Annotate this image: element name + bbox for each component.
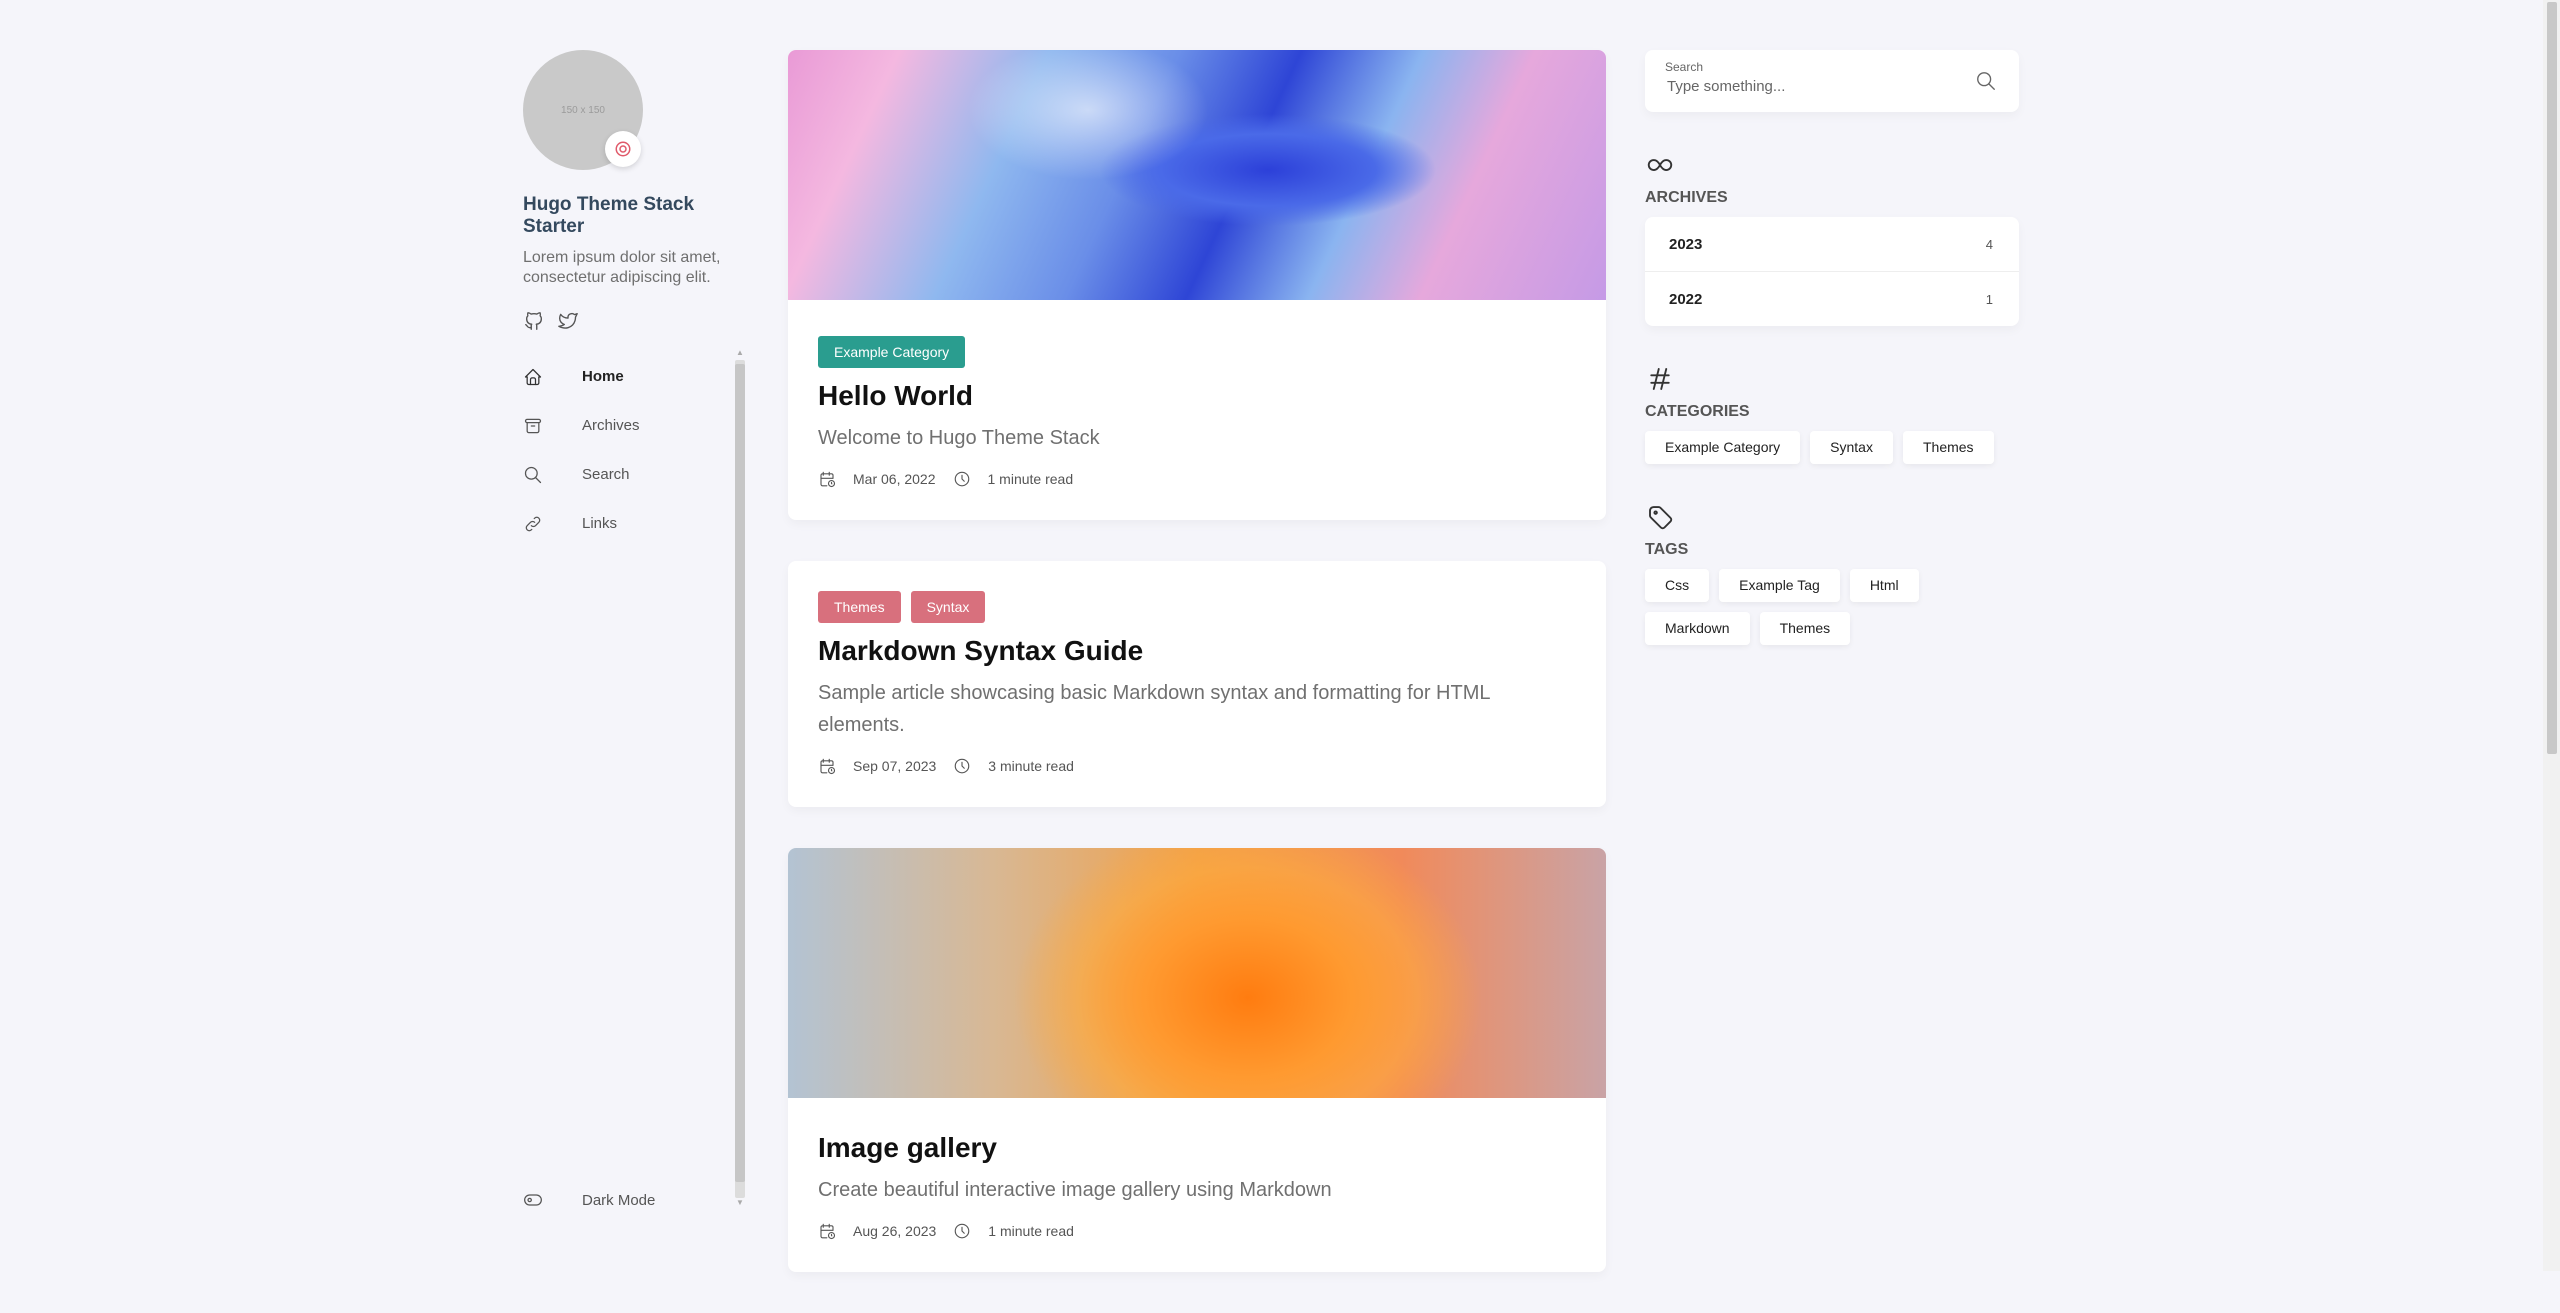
- avatar-placeholder-text: 150 x 150: [561, 104, 605, 116]
- search-widget: Search: [1645, 50, 2019, 112]
- tag-chip[interactable]: Html: [1849, 569, 1919, 602]
- menu-scrollbar[interactable]: ▲ ▼: [733, 348, 745, 1208]
- archives-title: ARCHIVES: [1645, 189, 1728, 206]
- archive-count: 4: [1985, 236, 1993, 252]
- site-description: Lorem ipsum dolor sit amet, consectetur …: [523, 249, 721, 286]
- archive-year: 2022: [1669, 290, 1703, 308]
- article-reading-time: 3 minute read: [988, 758, 1074, 774]
- social-links: [523, 310, 748, 332]
- article-categories: Example Category: [818, 336, 1576, 368]
- home-icon: [524, 368, 542, 385]
- page-scrollbar-thumb[interactable]: [2547, 2, 2557, 754]
- tag-chip[interactable]: Markdown: [1645, 612, 1750, 645]
- scrollbar-thumb[interactable]: [735, 364, 745, 1182]
- categories-cloud: Example Category Syntax Themes: [1645, 431, 2019, 464]
- archive-item-2023[interactable]: 2023 4: [1645, 217, 2019, 272]
- search-icon[interactable]: [1975, 70, 1997, 92]
- menu-item-links[interactable]: Links: [523, 499, 748, 548]
- calendar-icon: [820, 1223, 836, 1240]
- tag-chip[interactable]: Css: [1645, 569, 1710, 602]
- article-meta: Sep 07, 2023 3 minute read: [818, 757, 1576, 775]
- scroll-up-arrow[interactable]: ▲: [736, 348, 744, 357]
- clock-icon: [954, 471, 969, 487]
- article-feed: Example Category Hello World Welcome to …: [788, 50, 1606, 1313]
- category-tag[interactable]: Syntax: [910, 591, 986, 623]
- menu-item-label: Home: [582, 368, 624, 385]
- article-card[interactable]: Example Category Hello World Welcome to …: [788, 50, 1606, 520]
- archives-list: 2023 4 2022 1: [1645, 217, 2019, 326]
- article-reading-time: 1 minute read: [987, 471, 1074, 487]
- swirl-icon: [615, 141, 631, 157]
- tags-cloud: Css Example Tag Html Markdown Themes: [1645, 569, 1935, 645]
- search-input[interactable]: [1665, 77, 1949, 96]
- article-date: Aug 26, 2023: [853, 1223, 937, 1239]
- tags-title: TAGS: [1645, 541, 1689, 558]
- dark-mode-label: Dark Mode: [582, 1191, 656, 1209]
- avatar-wrapper: 150 x 150: [523, 50, 643, 170]
- dark-mode-toggle[interactable]: Dark Mode: [523, 1190, 655, 1210]
- hashtag-icon: [1650, 368, 1670, 390]
- tag-icon: [1649, 506, 1673, 530]
- site-name[interactable]: Hugo Theme Stack Starter: [523, 194, 748, 238]
- archive-year: 2023: [1669, 235, 1703, 253]
- main-menu: Home Archives Search Links: [523, 352, 748, 548]
- categories-title: CATEGORIES: [1645, 403, 1750, 420]
- left-sidebar: 150 x 150 Hugo Theme Stack Starter Lorem…: [523, 50, 748, 1220]
- link-icon: [525, 516, 541, 531]
- article-subtitle: Sample article showcasing basic Markdown…: [818, 682, 1490, 736]
- article-cover-image[interactable]: [788, 848, 1606, 1098]
- article-subtitle: Create beautiful interactive image galle…: [818, 1179, 1332, 1201]
- category-chip[interactable]: Syntax: [1810, 431, 1893, 464]
- category-tag[interactable]: Example Category: [818, 336, 966, 368]
- menu-item-archives[interactable]: Archives: [523, 401, 748, 450]
- tag-chip[interactable]: Example Tag: [1719, 569, 1840, 602]
- article-body: Image gallery Create beautiful interacti…: [788, 1098, 1606, 1272]
- article-meta: Aug 26, 2023 1 minute read: [818, 1222, 1576, 1240]
- article-card[interactable]: Themes Syntax Markdown Syntax Guide Samp…: [788, 561, 1606, 807]
- infinity-icon: [1647, 159, 1673, 171]
- menu-item-home[interactable]: Home: [523, 352, 748, 401]
- search-icon: [524, 466, 542, 483]
- archive-count: 1: [1985, 291, 1993, 307]
- article-body: Example Category Hello World Welcome to …: [788, 300, 1606, 520]
- archive-item-2022[interactable]: 2022 1: [1645, 272, 2019, 326]
- article-date: Sep 07, 2023: [853, 758, 937, 774]
- category-tag[interactable]: Themes: [818, 591, 901, 623]
- github-icon[interactable]: [523, 310, 545, 332]
- tag-chip[interactable]: Themes: [1759, 612, 1851, 645]
- toggle-icon: [524, 1194, 542, 1206]
- calendar-icon: [820, 471, 836, 488]
- article-title[interactable]: Image gallery: [818, 1130, 1576, 1166]
- article-cover-image[interactable]: [788, 50, 1606, 300]
- clock-icon: [954, 758, 970, 774]
- archive-icon: [524, 418, 542, 433]
- article-card[interactable]: Image gallery Create beautiful interacti…: [788, 848, 1606, 1272]
- menu-item-label: Links: [582, 515, 618, 532]
- page-scrollbar[interactable]: [2543, 0, 2560, 1271]
- scroll-down-arrow[interactable]: ▼: [736, 1198, 744, 1207]
- article-body: Themes Syntax Markdown Syntax Guide Samp…: [788, 561, 1606, 807]
- article-title[interactable]: Markdown Syntax Guide: [818, 633, 1576, 669]
- emoji-badge: [605, 131, 641, 167]
- twitter-icon[interactable]: [557, 310, 579, 332]
- article-subtitle: Welcome to Hugo Theme Stack: [818, 427, 1100, 449]
- menu-item-label: Archives: [582, 417, 640, 434]
- article-meta: Mar 06, 2022 1 minute read: [818, 470, 1576, 488]
- clock-icon: [954, 1223, 970, 1239]
- calendar-icon: [820, 758, 836, 775]
- article-title[interactable]: Hello World: [818, 378, 1576, 414]
- right-sidebar: Search ARCHIVES 2023 4 2022 1 CATEGORIES…: [1645, 50, 2019, 645]
- category-chip[interactable]: Example Category: [1645, 431, 1801, 464]
- menu-item-search[interactable]: Search: [523, 450, 748, 499]
- search-label: Search: [1665, 60, 1704, 74]
- article-reading-time: 1 minute read: [988, 1223, 1074, 1239]
- category-chip[interactable]: Themes: [1902, 431, 1994, 464]
- article-date: Mar 06, 2022: [853, 471, 936, 487]
- article-categories: Themes Syntax: [818, 591, 1576, 623]
- menu-item-label: Search: [582, 466, 630, 483]
